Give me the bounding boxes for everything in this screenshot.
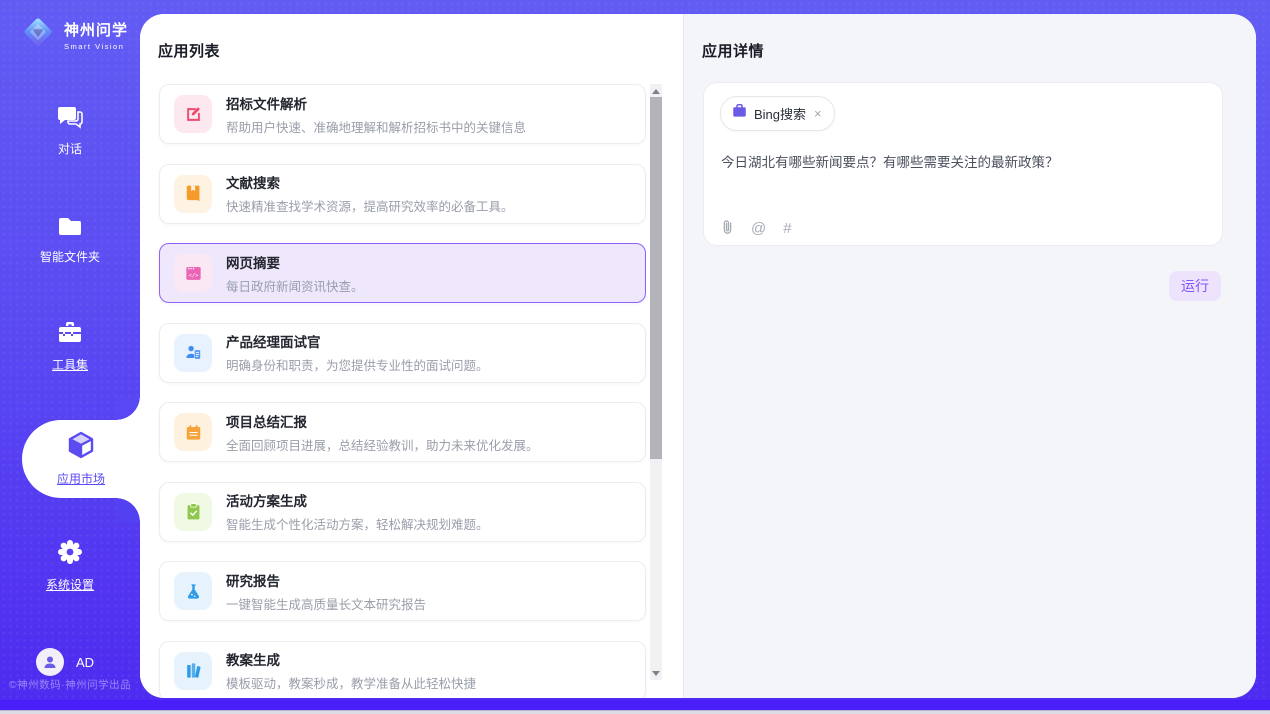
bottom-edge-strip	[0, 710, 1270, 714]
query-card[interactable]: Bing搜索 × 今日湖北有哪些新闻要点？有哪些需要关注的最新政策？ @ #	[703, 82, 1223, 246]
scroll-up-icon[interactable]	[650, 85, 662, 97]
toolbox-icon	[56, 320, 84, 351]
app-card-description: 每日政府新闻资讯快查。	[226, 276, 364, 295]
at-icon[interactable]: @	[751, 221, 766, 236]
app-card-description: 一键智能生成高质量长文本研究报告	[226, 594, 426, 613]
content-surface: 应用列表 招标文件解析帮助用户快速、准确地理解和解析招标书中的关键信息文献搜索快…	[140, 14, 1256, 698]
bottom-accent-bar	[0, 700, 1270, 710]
scrollbar-thumb[interactable]	[650, 97, 662, 459]
app-card-title: 教案生成	[226, 649, 476, 669]
app-card-title: 研究报告	[226, 570, 426, 590]
app-card-title: 网页摘要	[226, 252, 364, 272]
app-card-description: 模板驱动，教案秒成，教学准备从此轻松快捷	[226, 673, 476, 692]
chat-icon	[56, 104, 84, 135]
sidebar: 神州问学 Smart Vision 对话 智能文件夹	[0, 0, 140, 700]
briefcase-icon	[732, 104, 747, 123]
hash-icon[interactable]: #	[783, 221, 791, 236]
app-card-description: 全面回顾项目进展，总结经验教训，助力未来优化发展。	[226, 435, 539, 454]
app-card-title: 项目总结汇报	[226, 411, 539, 431]
app-card[interactable]: 文献搜索快速精准查找学术资源，提高研究效率的必备工具。	[159, 164, 646, 224]
app-detail-panel: 应用详情 Bing搜索 × 今日湖北有哪些新闻要点？有哪些需要关注的最新政策？	[683, 14, 1256, 698]
app-card[interactable]: 活动方案生成智能生成个性化活动方案，轻松解决规划难题。	[159, 482, 646, 542]
sidebar-item-app-market[interactable]: 应用市场	[22, 420, 140, 498]
user-initials: AD	[76, 655, 94, 670]
app-list-title: 应用列表	[158, 40, 220, 61]
research-flask-icon	[174, 572, 212, 610]
scroll-down-icon[interactable]	[650, 667, 662, 679]
scrollbar[interactable]	[650, 84, 662, 680]
cube-icon	[66, 430, 96, 465]
sidebar-item-label: 智能文件夹	[0, 248, 140, 265]
sidebar-item-settings[interactable]: 系统设置	[0, 538, 140, 593]
sidebar-item-label: 系统设置	[0, 576, 140, 593]
app-list-panel: 应用列表 招标文件解析帮助用户快速、准确地理解和解析招标书中的关键信息文献搜索快…	[140, 14, 683, 698]
app-card-description: 智能生成个性化活动方案，轻松解决规划难题。	[226, 514, 489, 533]
attach-toolbar: @ #	[721, 219, 792, 238]
brand-subtitle: Smart Vision	[64, 42, 128, 51]
clipboard-check-icon	[174, 493, 212, 531]
interviewer-icon	[174, 334, 212, 372]
avatar	[36, 648, 64, 676]
close-icon[interactable]: ×	[813, 107, 823, 120]
folder-icon	[56, 214, 84, 243]
gear-icon	[56, 538, 84, 571]
app-card[interactable]: 项目总结汇报全面回顾项目进展，总结经验教训，助力未来优化发展。	[159, 402, 646, 462]
sidebar-item-label: 应用市场	[22, 470, 140, 487]
app-card[interactable]: 招标文件解析帮助用户快速、准确地理解和解析招标书中的关键信息	[159, 84, 646, 144]
app-card[interactable]: 研究报告一键智能生成高质量长文本研究报告	[159, 561, 646, 621]
app-card-title: 招标文件解析	[226, 93, 526, 113]
sidebar-item-label: 对话	[0, 140, 140, 157]
app-card[interactable]: 教案生成模板驱动，教案秒成，教学准备从此轻松快捷	[159, 641, 646, 699]
sidebar-item-chat[interactable]: 对话	[0, 104, 140, 157]
app-card-description: 快速精准查找学术资源，提高研究效率的必备工具。	[226, 196, 514, 215]
calendar-report-icon	[174, 413, 212, 451]
brand-name: 神州问学	[64, 19, 128, 40]
run-button[interactable]: 运行	[1169, 271, 1221, 301]
app-card[interactable]: </> 网页摘要每日政府新闻资讯快查。	[159, 243, 646, 303]
app-card[interactable]: 产品经理面试官明确身份和职责，为您提供专业性的面试问题。	[159, 323, 646, 383]
paperclip-icon[interactable]	[721, 219, 734, 238]
app-list: 招标文件解析帮助用户快速、准确地理解和解析招标书中的关键信息文献搜索快速精准查找…	[159, 84, 646, 698]
edit-document-icon	[174, 95, 212, 133]
brand: 神州问学 Smart Vision	[20, 14, 128, 55]
copyright-footer: ©神州数码·神州问学出品	[0, 677, 140, 692]
user-account[interactable]: AD	[36, 648, 94, 676]
app-detail-title: 应用详情	[702, 40, 764, 61]
sidebar-item-toolset[interactable]: 工具集	[0, 320, 140, 373]
sidebar-item-smart-folders[interactable]: 智能文件夹	[0, 214, 140, 265]
tool-tag-label: Bing搜索	[754, 104, 806, 123]
app-card-description: 帮助用户快速、准确地理解和解析招标书中的关键信息	[226, 117, 526, 136]
app-card-description: 明确身份和职责，为您提供专业性的面试问题。	[226, 355, 489, 374]
app-card-title: 产品经理面试官	[226, 331, 489, 351]
sidebar-item-label: 工具集	[0, 356, 140, 373]
book-icon	[174, 175, 212, 213]
app-card-title: 活动方案生成	[226, 490, 489, 510]
svg-text:</>: </>	[188, 273, 199, 279]
tool-tag-bing-search[interactable]: Bing搜索 ×	[720, 96, 835, 131]
browser-code-icon: </>	[174, 254, 212, 292]
brand-diamond-logo-icon	[20, 14, 56, 55]
app-window: 神州问学 Smart Vision 对话 智能文件夹	[0, 0, 1270, 714]
app-card-title: 文献搜索	[226, 172, 514, 192]
books-icon	[174, 652, 212, 690]
query-input[interactable]: 今日湖北有哪些新闻要点？有哪些需要关注的最新政策？	[721, 151, 1206, 171]
